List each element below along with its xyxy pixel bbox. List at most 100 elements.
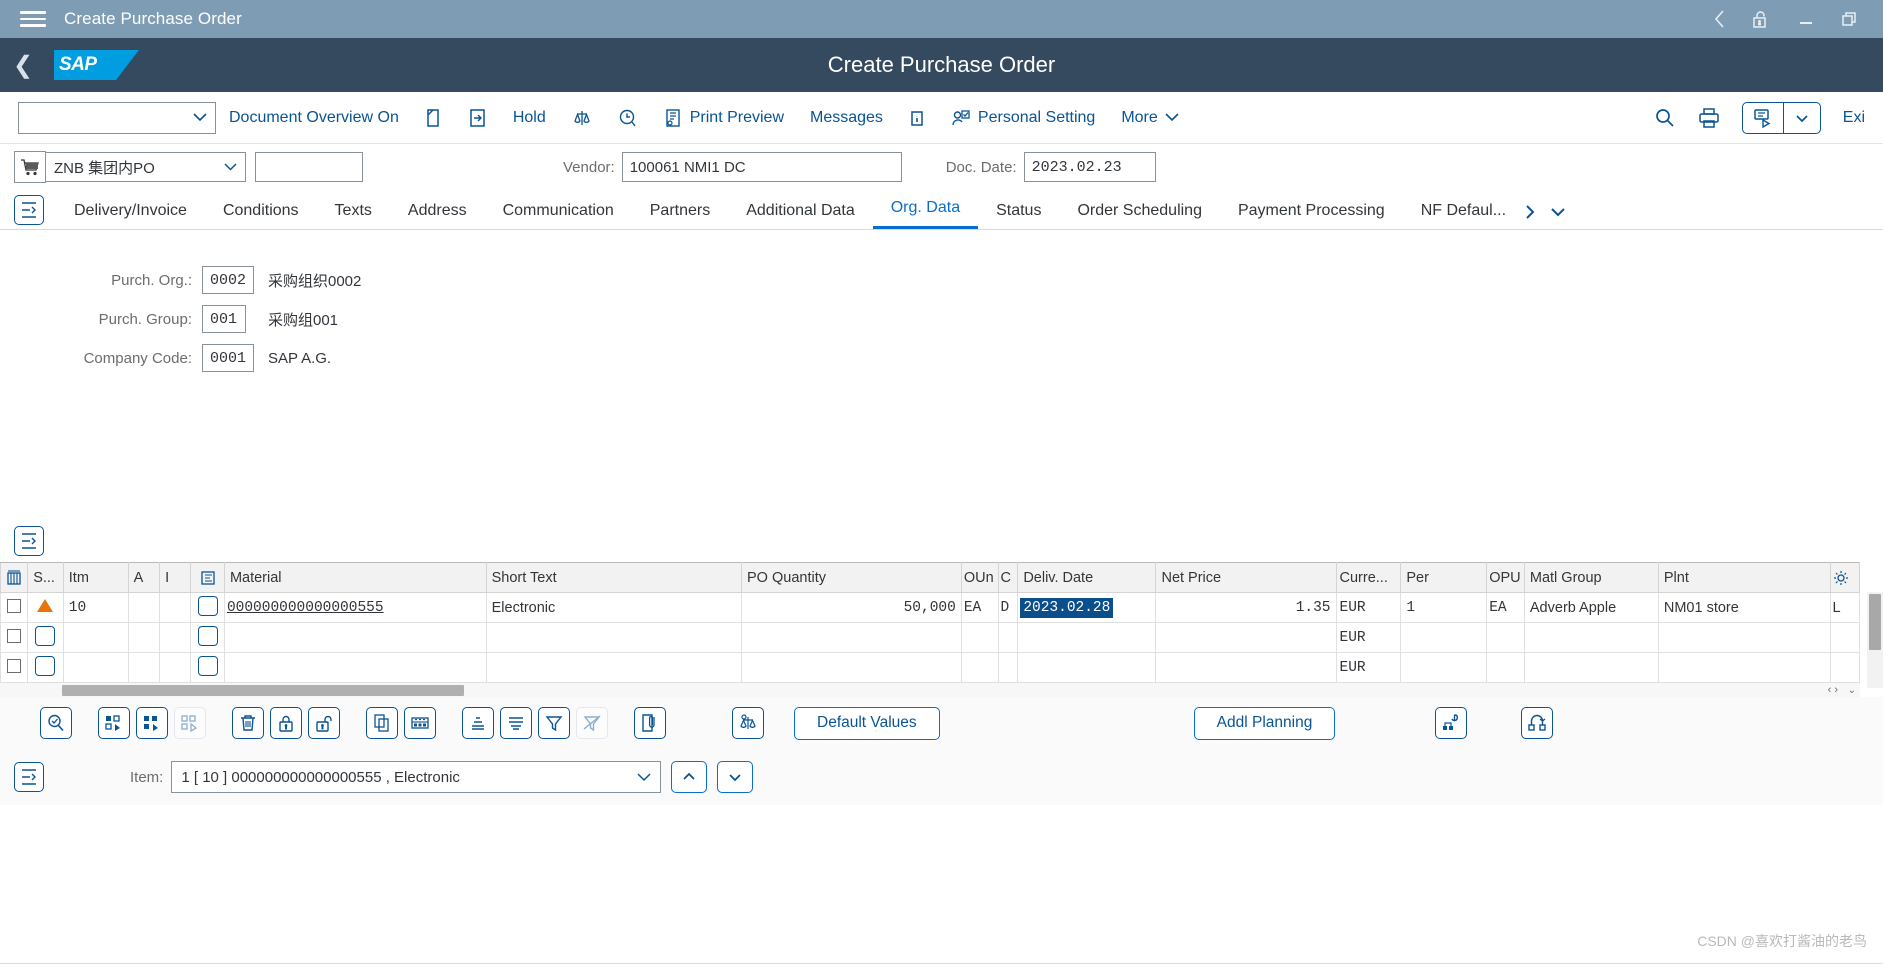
row-detail-icon[interactable] <box>198 656 218 676</box>
item-select[interactable]: 1 [ 10 ] 000000000000000555 , Electronic <box>171 761 661 793</box>
row-status-box-icon[interactable] <box>35 626 55 646</box>
hamburger-icon[interactable] <box>20 8 46 30</box>
chevron-right-icon[interactable] <box>1524 204 1536 220</box>
vendor-field[interactable]: 100061 NMI1 DC <box>622 152 902 182</box>
cell-itm[interactable] <box>63 653 128 683</box>
col-short-text[interactable]: Short Text <box>486 563 741 593</box>
col-plnt[interactable]: Plnt <box>1658 563 1830 593</box>
col-detail[interactable] <box>191 563 224 593</box>
cell-a[interactable] <box>128 623 159 653</box>
cell-deliv-date[interactable] <box>1018 623 1156 653</box>
po-type-select[interactable]: ZNB 集团内PO <box>46 152 246 182</box>
chevron-up-icon[interactable] <box>671 761 707 793</box>
col-per[interactable]: Per <box>1401 563 1487 593</box>
row-status-cell[interactable] <box>28 623 64 653</box>
row-checkbox-cell[interactable] <box>1 623 28 653</box>
tab-status[interactable]: Status <box>978 202 1059 229</box>
exit-button[interactable]: Exi <box>1843 109 1865 127</box>
chevron-down-icon[interactable] <box>1550 206 1566 218</box>
chevron-down-icon[interactable] <box>1784 103 1820 133</box>
row-status-cell[interactable] <box>28 593 64 623</box>
row-checkbox-cell[interactable] <box>1 593 28 623</box>
tab-nf-default[interactable]: NF Defaul... <box>1403 202 1510 229</box>
grid-hscroll-thumb[interactable] <box>62 685 464 696</box>
col-itm[interactable]: Itm <box>63 563 128 593</box>
print-preview-button[interactable]: Print Preview <box>651 100 797 136</box>
other-purchase-order-button[interactable] <box>455 100 500 136</box>
doc-date-field[interactable]: 2023.02.23 <box>1024 152 1156 182</box>
filter-clear-icon[interactable] <box>576 707 608 739</box>
cell-per[interactable] <box>1401 653 1487 683</box>
cell-deliv-date[interactable]: 2023.02.28 <box>1018 593 1156 623</box>
col-currency[interactable]: Curre... <box>1336 563 1401 593</box>
cell-matl-group[interactable]: Adverb Apple <box>1524 593 1658 623</box>
delete-trash-icon[interactable] <box>232 707 264 739</box>
deliv-date-value[interactable]: 2023.02.28 <box>1020 598 1113 618</box>
sort-ascending-icon[interactable] <box>462 707 494 739</box>
subcontracting-icon[interactable] <box>1521 707 1553 739</box>
copy-row-icon[interactable] <box>366 707 398 739</box>
cell-plnt[interactable]: NM01 store <box>1658 593 1830 623</box>
tab-partners[interactable]: Partners <box>632 202 728 229</box>
expand-detail-icon[interactable] <box>14 762 44 792</box>
hold-button[interactable]: Hold <box>500 100 559 136</box>
vscroll-down-arrow[interactable]: ⌄ <box>1848 685 1856 696</box>
personal-setting-button[interactable]: Personal Setting <box>938 100 1108 136</box>
cell-plnt[interactable] <box>1658 653 1830 683</box>
col-deliv-date[interactable]: Deliv. Date <box>1018 563 1156 593</box>
minimize-icon[interactable] <box>1797 10 1815 28</box>
cell-po-quantity[interactable] <box>742 653 962 683</box>
chevron-down-icon[interactable] <box>717 761 753 793</box>
cell-plnt[interactable] <box>1658 623 1830 653</box>
col-oun[interactable]: OUn <box>961 563 999 593</box>
cell-material[interactable]: 000000000000000555 <box>224 593 486 623</box>
row-detail-icon[interactable] <box>198 626 218 646</box>
tab-order-scheduling[interactable]: Order Scheduling <box>1059 202 1220 229</box>
tab-org-data[interactable]: Org. Data <box>873 199 978 229</box>
cell-currency[interactable]: EUR <box>1336 593 1401 623</box>
cell-net-price[interactable] <box>1156 623 1336 653</box>
row-checkbox[interactable] <box>7 659 21 673</box>
price-simulation-icon[interactable] <box>1435 707 1467 739</box>
cell-po-quantity[interactable] <box>742 623 962 653</box>
check-button[interactable] <box>559 100 605 136</box>
cell-itm[interactable]: 10 <box>63 593 128 623</box>
more-button[interactable]: More <box>1108 100 1191 136</box>
expand-items-icon[interactable] <box>14 526 44 556</box>
cell-matl-group[interactable] <box>1524 653 1658 683</box>
info-button[interactable] <box>896 100 938 136</box>
expand-header-icon[interactable] <box>14 195 44 225</box>
cell-deliv-date[interactable] <box>1018 653 1156 683</box>
grid-horizontal-scrollbar[interactable]: ‹ › ‹ › ⌄ <box>0 683 1860 697</box>
tab-delivery-invoice[interactable]: Delivery/Invoice <box>56 202 205 229</box>
check-item-icon[interactable] <box>732 707 764 739</box>
row-status-cell[interactable] <box>28 653 64 683</box>
col-po-quantity[interactable]: PO Quantity <box>742 563 962 593</box>
cell-net-price[interactable]: 1.35 <box>1156 593 1336 623</box>
material-link[interactable]: 000000000000000555 <box>227 600 384 616</box>
row-detail-cell[interactable] <box>191 593 224 623</box>
chevron-left-icon[interactable] <box>1714 10 1725 28</box>
messages-button[interactable]: Messages <box>797 100 896 136</box>
cell-itm[interactable] <box>63 623 128 653</box>
mass-change-icon[interactable] <box>404 707 436 739</box>
table-row[interactable]: EUR <box>1 623 1860 653</box>
cell-oun[interactable] <box>961 623 999 653</box>
cell-short-text[interactable] <box>486 653 741 683</box>
col-matl-group[interactable]: Matl Group <box>1524 563 1658 593</box>
shopping-cart-icon[interactable] <box>14 151 46 183</box>
company-code-input[interactable]: 0001 <box>202 344 254 372</box>
tab-payment-processing[interactable]: Payment Processing <box>1220 202 1403 229</box>
cell-c[interactable]: D <box>999 593 1018 623</box>
cell-a[interactable] <box>128 653 159 683</box>
row-detail-icon[interactable] <box>198 596 218 616</box>
col-status[interactable]: S... <box>28 563 64 593</box>
cell-opu[interactable] <box>1487 653 1525 683</box>
select-block-icon[interactable] <box>136 707 168 739</box>
table-row[interactable]: 10 000000000000000555 Electronic 50,000 … <box>1 593 1860 623</box>
cell-per[interactable]: 1 <box>1401 593 1487 623</box>
addl-planning-button[interactable]: Addl Planning <box>1194 707 1336 740</box>
tab-texts[interactable]: Texts <box>317 202 390 229</box>
row-checkbox[interactable] <box>7 599 21 613</box>
select-all-icon[interactable] <box>98 707 130 739</box>
